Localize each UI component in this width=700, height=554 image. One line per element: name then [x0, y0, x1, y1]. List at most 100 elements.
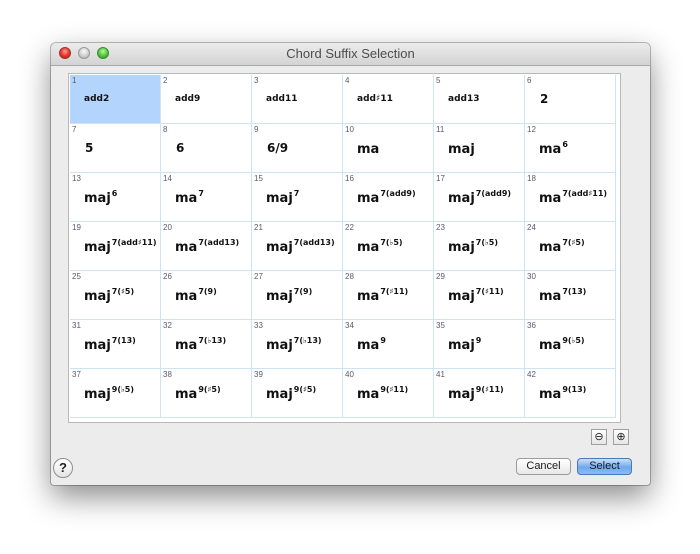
suffix-cell[interactable]: 30ma7(13): [525, 271, 615, 319]
suffix-extension: 7: [294, 189, 300, 198]
suffix-extension: 7(9): [294, 287, 312, 296]
suffix-extension: 6: [562, 140, 568, 149]
cell-number: 13: [72, 174, 81, 183]
zoom-in-icon: ⊕: [616, 431, 625, 443]
suffix-cell[interactable]: 38ma9(♯5): [161, 369, 251, 417]
suffix-cell[interactable]: 28ma7(♯11): [343, 271, 433, 319]
suffix-cell[interactable]: 36ma9(♭5): [525, 320, 615, 368]
cell-number: 14: [163, 174, 172, 183]
suffix-grid: 1add22add93add114add♯115add1362758696/91…: [70, 75, 616, 418]
suffix-base: maj: [266, 240, 293, 255]
suffix-cell[interactable]: 40ma9(♯11): [343, 369, 433, 417]
suffix-extension: 7(♯5): [112, 287, 134, 296]
suffix-cell[interactable]: 34ma9: [343, 320, 433, 368]
suffix-cell[interactable]: 17maj7(add9): [434, 173, 524, 221]
suffix-extension: 7(add9): [380, 189, 415, 198]
suffix-base: ma: [539, 142, 561, 157]
suffix-cell[interactable]: 15maj7: [252, 173, 342, 221]
cell-suffix-label: ma9(♭5): [539, 338, 585, 353]
cell-number: 30: [527, 272, 536, 281]
cell-suffix-label: maj7(13): [84, 338, 136, 353]
cell-number: 6: [527, 76, 531, 85]
suffix-cell[interactable]: 75: [70, 124, 160, 172]
suffix-extension: 9(♯5): [294, 385, 316, 394]
suffix-cell[interactable]: 12ma6: [525, 124, 615, 172]
suffix-cell[interactable]: 86: [161, 124, 251, 172]
cell-suffix-label: ma9(♯11): [357, 387, 408, 402]
cell-suffix-label: 6/9: [267, 141, 288, 155]
suffix-cell[interactable]: 13maj6: [70, 173, 160, 221]
suffix-extension: 9(♭5): [112, 385, 134, 394]
cell-suffix-label: ma7(♯5): [539, 240, 585, 255]
suffix-cell[interactable]: 21maj7(add13): [252, 222, 342, 270]
cell-suffix-label: ma7(add13): [175, 240, 239, 255]
window-title: Chord Suffix Selection: [51, 46, 650, 61]
suffix-cell[interactable]: 23maj7(♭5): [434, 222, 524, 270]
cell-suffix-label: ma7(♭5): [357, 240, 403, 255]
suffix-cell[interactable]: 5add13: [434, 75, 524, 123]
suffix-cell[interactable]: 35maj9: [434, 320, 524, 368]
cell-number: 8: [163, 125, 167, 134]
suffix-cell[interactable]: 42ma9(13): [525, 369, 615, 417]
suffix-extension: 7(add13): [294, 238, 335, 247]
cell-number: 18: [527, 174, 536, 183]
suffix-cell[interactable]: 22ma7(♭5): [343, 222, 433, 270]
suffix-base: maj: [448, 387, 475, 402]
suffix-cell[interactable]: 39maj9(♯5): [252, 369, 342, 417]
suffix-base: 2: [540, 92, 548, 106]
zoom-in-button[interactable]: ⊕: [613, 429, 629, 445]
suffix-cell[interactable]: 29maj7(♯11): [434, 271, 524, 319]
suffix-cell[interactable]: 2add9: [161, 75, 251, 123]
suffix-cell[interactable]: 25maj7(♯5): [70, 271, 160, 319]
suffix-base: maj: [448, 191, 475, 206]
suffix-cell[interactable]: 31maj7(13): [70, 320, 160, 368]
suffix-extension: 7(add♯11): [112, 238, 157, 247]
cell-suffix-label: maj7(♯5): [84, 289, 134, 304]
cell-number: 23: [436, 223, 445, 232]
suffix-cell[interactable]: 16ma7(add9): [343, 173, 433, 221]
suffix-base: ma: [539, 338, 561, 353]
suffix-cell[interactable]: 62: [525, 75, 615, 123]
suffix-cell[interactable]: 1add2: [70, 75, 160, 123]
suffix-extension: 9: [380, 336, 386, 345]
suffix-base: maj: [448, 289, 475, 304]
suffix-cell[interactable]: 19maj7(add♯11): [70, 222, 160, 270]
suffix-cell[interactable]: 32ma7(♭13): [161, 320, 251, 368]
cell-suffix-label: maj7(9): [266, 289, 312, 304]
suffix-cell[interactable]: 3add11: [252, 75, 342, 123]
cell-suffix-label: maj7(♯11): [448, 289, 504, 304]
suffix-base: ma: [357, 289, 379, 304]
title-bar: Chord Suffix Selection: [51, 43, 650, 66]
select-button[interactable]: Select: [577, 458, 632, 475]
suffix-cell[interactable]: 11maj: [434, 124, 524, 172]
suffix-base: ma: [357, 142, 379, 157]
suffix-cell[interactable]: 37maj9(♭5): [70, 369, 160, 417]
cell-number: 41: [436, 370, 445, 379]
suffix-extension: 9(♭5): [562, 336, 584, 345]
zoom-out-button[interactable]: ⊖: [591, 429, 607, 445]
cell-suffix-label: maj7(♭5): [448, 240, 498, 255]
suffix-cell[interactable]: 14ma7: [161, 173, 251, 221]
suffix-cell[interactable]: 18ma7(add♯11): [525, 173, 615, 221]
cell-number: 33: [254, 321, 263, 330]
cell-number: 22: [345, 223, 354, 232]
cell-number: 11: [436, 125, 444, 134]
suffix-cell[interactable]: 96/9: [252, 124, 342, 172]
cell-number: 15: [254, 174, 263, 183]
suffix-cell[interactable]: 27maj7(9): [252, 271, 342, 319]
suffix-cell[interactable]: 41maj9(♯11): [434, 369, 524, 417]
suffix-base: ma: [175, 338, 197, 353]
suffix-cell[interactable]: 26ma7(9): [161, 271, 251, 319]
suffix-cell[interactable]: 4add♯11: [343, 75, 433, 123]
suffix-cell[interactable]: 24ma7(♯5): [525, 222, 615, 270]
cell-number: 42: [527, 370, 536, 379]
suffix-base: add2: [84, 94, 109, 104]
suffix-extension: 9(13): [562, 385, 586, 394]
suffix-cell[interactable]: 33maj7(♭13): [252, 320, 342, 368]
cancel-button[interactable]: Cancel: [516, 458, 571, 475]
cell-suffix-label: ma7(9): [175, 289, 217, 304]
suffix-cell[interactable]: 20ma7(add13): [161, 222, 251, 270]
suffix-cell[interactable]: 10ma: [343, 124, 433, 172]
suffix-extension: 9(♯11): [380, 385, 408, 394]
help-button[interactable]: ?: [53, 458, 73, 478]
